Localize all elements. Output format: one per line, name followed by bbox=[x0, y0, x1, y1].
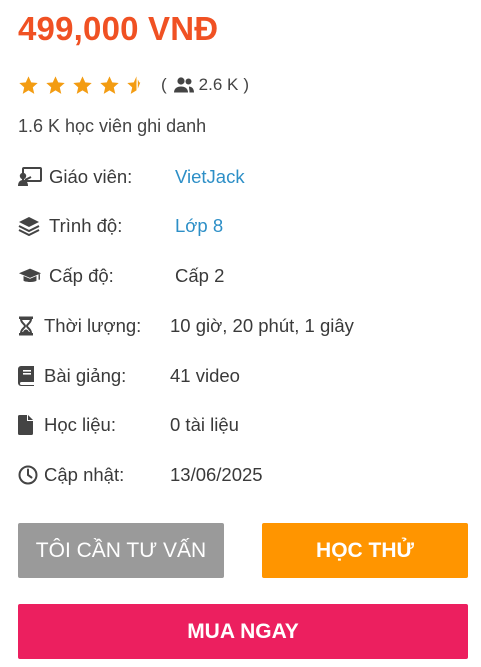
review-count-value: 2.6 K bbox=[198, 75, 239, 94]
open-paren: ( bbox=[161, 75, 167, 94]
clock-icon bbox=[18, 464, 42, 486]
rating-row: ( 2.6 K ) bbox=[18, 73, 249, 97]
materials-value: 0 tài liệu bbox=[170, 414, 239, 435]
info-row-duration: Thời lượng: 10 giờ, 20 phút, 1 giây bbox=[18, 313, 354, 339]
info-row-materials: Học liệu: 0 tài liệu bbox=[18, 412, 239, 438]
users-icon bbox=[173, 77, 194, 93]
star-icon bbox=[73, 75, 92, 94]
file-icon bbox=[18, 414, 42, 436]
hourglass-icon bbox=[18, 315, 42, 337]
level-value: Cấp 2 bbox=[175, 265, 225, 286]
lessons-value: 41 video bbox=[170, 365, 240, 386]
info-row-teacher: Giáo viên: VietJack bbox=[18, 164, 245, 190]
teacher-icon bbox=[18, 166, 42, 188]
layers-icon bbox=[18, 215, 42, 237]
graduation-cap-icon bbox=[18, 265, 42, 287]
enrolled-count: 1.6 K học viên ghi danh bbox=[18, 116, 207, 136]
updated-label: Cập nhật: bbox=[44, 464, 125, 485]
level-label: Cấp độ: bbox=[49, 265, 114, 286]
updated-value: 13/06/2025 bbox=[170, 464, 263, 485]
buy-now-button[interactable]: MUA NGAY bbox=[18, 604, 468, 659]
consult-button[interactable]: TÔI CẦN TƯ VẤN bbox=[18, 523, 224, 578]
teacher-label: Giáo viên: bbox=[49, 166, 133, 187]
course-price: 499,000 VNĐ bbox=[18, 10, 219, 47]
star-icon bbox=[100, 75, 119, 94]
info-row-grade: Trình độ: Lớp 8 bbox=[18, 213, 223, 239]
star-rating bbox=[18, 75, 153, 96]
half-star-icon bbox=[127, 75, 141, 94]
teacher-link[interactable]: VietJack bbox=[175, 166, 245, 188]
book-icon bbox=[18, 365, 42, 387]
materials-label: Học liệu: bbox=[44, 414, 116, 435]
review-count: ( 2.6 K ) bbox=[161, 75, 249, 95]
grade-link[interactable]: Lớp 8 bbox=[175, 215, 223, 237]
info-row-updated: Cập nhật: 13/06/2025 bbox=[18, 462, 263, 488]
grade-label: Trình độ: bbox=[49, 215, 123, 236]
close-paren: ) bbox=[243, 75, 250, 94]
star-icon bbox=[19, 75, 38, 94]
info-row-level: Cấp độ: Cấp 2 bbox=[18, 263, 224, 289]
duration-value: 10 giờ, 20 phút, 1 giây bbox=[170, 315, 354, 336]
lessons-label: Bài giảng: bbox=[44, 365, 127, 386]
trial-button[interactable]: HỌC THỬ bbox=[262, 523, 468, 578]
star-icon bbox=[46, 75, 65, 94]
info-row-lessons: Bài giảng: 41 video bbox=[18, 363, 240, 389]
duration-label: Thời lượng: bbox=[44, 315, 142, 336]
